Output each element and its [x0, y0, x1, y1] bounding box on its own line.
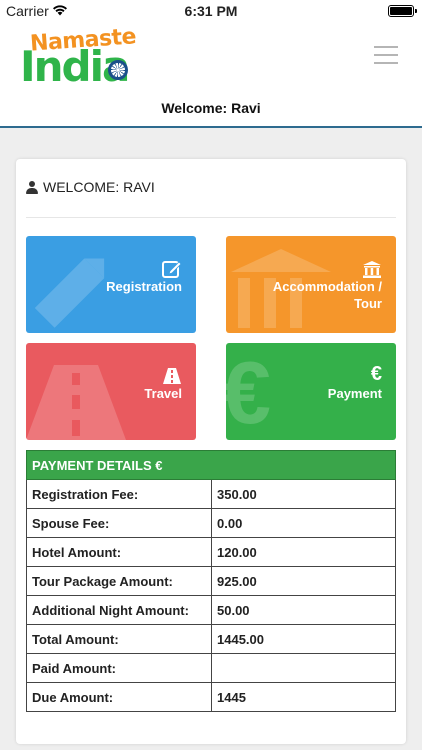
- row-value: 1445: [211, 682, 396, 712]
- euro-icon: €: [370, 363, 382, 385]
- row-label: Spouse Fee:: [26, 508, 212, 538]
- card-heading: WELCOME: RAVI: [26, 179, 155, 195]
- hamburger-bar: [374, 54, 398, 56]
- welcome-header: Welcome: Ravi: [161, 100, 261, 116]
- table-row: Registration Fee: 350.00: [26, 479, 396, 509]
- row-value: 925.00: [211, 566, 396, 596]
- bank-icon: [363, 261, 381, 278]
- table-row: Tour Package Amount: 925.00: [26, 566, 396, 596]
- row-label: Due Amount:: [26, 682, 212, 712]
- hamburger-bar: [374, 46, 398, 48]
- namaste-india-logo[interactable]: Namaste India: [20, 24, 140, 98]
- card-heading-text: WELCOME: RAVI: [43, 179, 155, 195]
- table-row: Additional Night Amount: 50.00: [26, 595, 396, 625]
- row-value: 50.00: [211, 595, 396, 625]
- row-label: Additional Night Amount:: [26, 595, 212, 625]
- accommodation-tour-tile[interactable]: Accommodation / Tour: [226, 236, 396, 333]
- row-label: Hotel Amount:: [26, 537, 212, 567]
- row-value: 0.00: [211, 508, 396, 538]
- row-value: [211, 653, 396, 683]
- hamburger-bar: [374, 62, 398, 64]
- row-label: Registration Fee:: [26, 479, 212, 509]
- registration-tile[interactable]: Registration: [26, 236, 196, 333]
- row-label: Total Amount:: [26, 624, 212, 654]
- euro-watermark-icon: €: [226, 343, 271, 440]
- table-header-row: PAYMENT DETAILS €: [26, 450, 396, 480]
- divider: [26, 217, 396, 218]
- road-icon: [163, 368, 181, 384]
- accommodation-tour-label: Accommodation / Tour: [272, 279, 382, 311]
- user-icon: [26, 180, 38, 194]
- registration-label: Registration: [106, 279, 182, 294]
- road-watermark-icon: [26, 365, 126, 440]
- row-value: 350.00: [211, 479, 396, 509]
- edit-icon: [162, 261, 182, 278]
- app-header: Namaste India Welcome: Ravi: [0, 22, 422, 128]
- chakra-icon: [108, 60, 128, 80]
- row-value: 1445.00: [211, 624, 396, 654]
- dashboard-card: WELCOME: RAVI Registration Accommodation…: [16, 159, 406, 744]
- payment-details-title: PAYMENT DETAILS €: [26, 450, 396, 480]
- table-row: Hotel Amount: 120.00: [26, 537, 396, 567]
- travel-tile[interactable]: Travel: [26, 343, 196, 440]
- clock: 6:31 PM: [184, 3, 238, 19]
- table-row: Paid Amount:: [26, 653, 396, 683]
- row-label: Paid Amount:: [26, 653, 212, 683]
- travel-label: Travel: [144, 386, 182, 401]
- table-row: Due Amount: 1445: [26, 682, 396, 712]
- menu-button[interactable]: [374, 46, 398, 64]
- payment-tile[interactable]: € € Payment: [226, 343, 396, 440]
- row-label: Tour Package Amount:: [26, 566, 212, 596]
- table-row: Spouse Fee: 0.00: [26, 508, 396, 538]
- payment-label: Payment: [327, 386, 382, 401]
- status-bar: Carrier 6:31 PM: [0, 0, 422, 22]
- battery-icon: [388, 5, 417, 17]
- row-value: 120.00: [211, 537, 396, 567]
- table-row: Total Amount: 1445.00: [26, 624, 396, 654]
- payment-details-table: PAYMENT DETAILS € Registration Fee: 350.…: [26, 450, 396, 712]
